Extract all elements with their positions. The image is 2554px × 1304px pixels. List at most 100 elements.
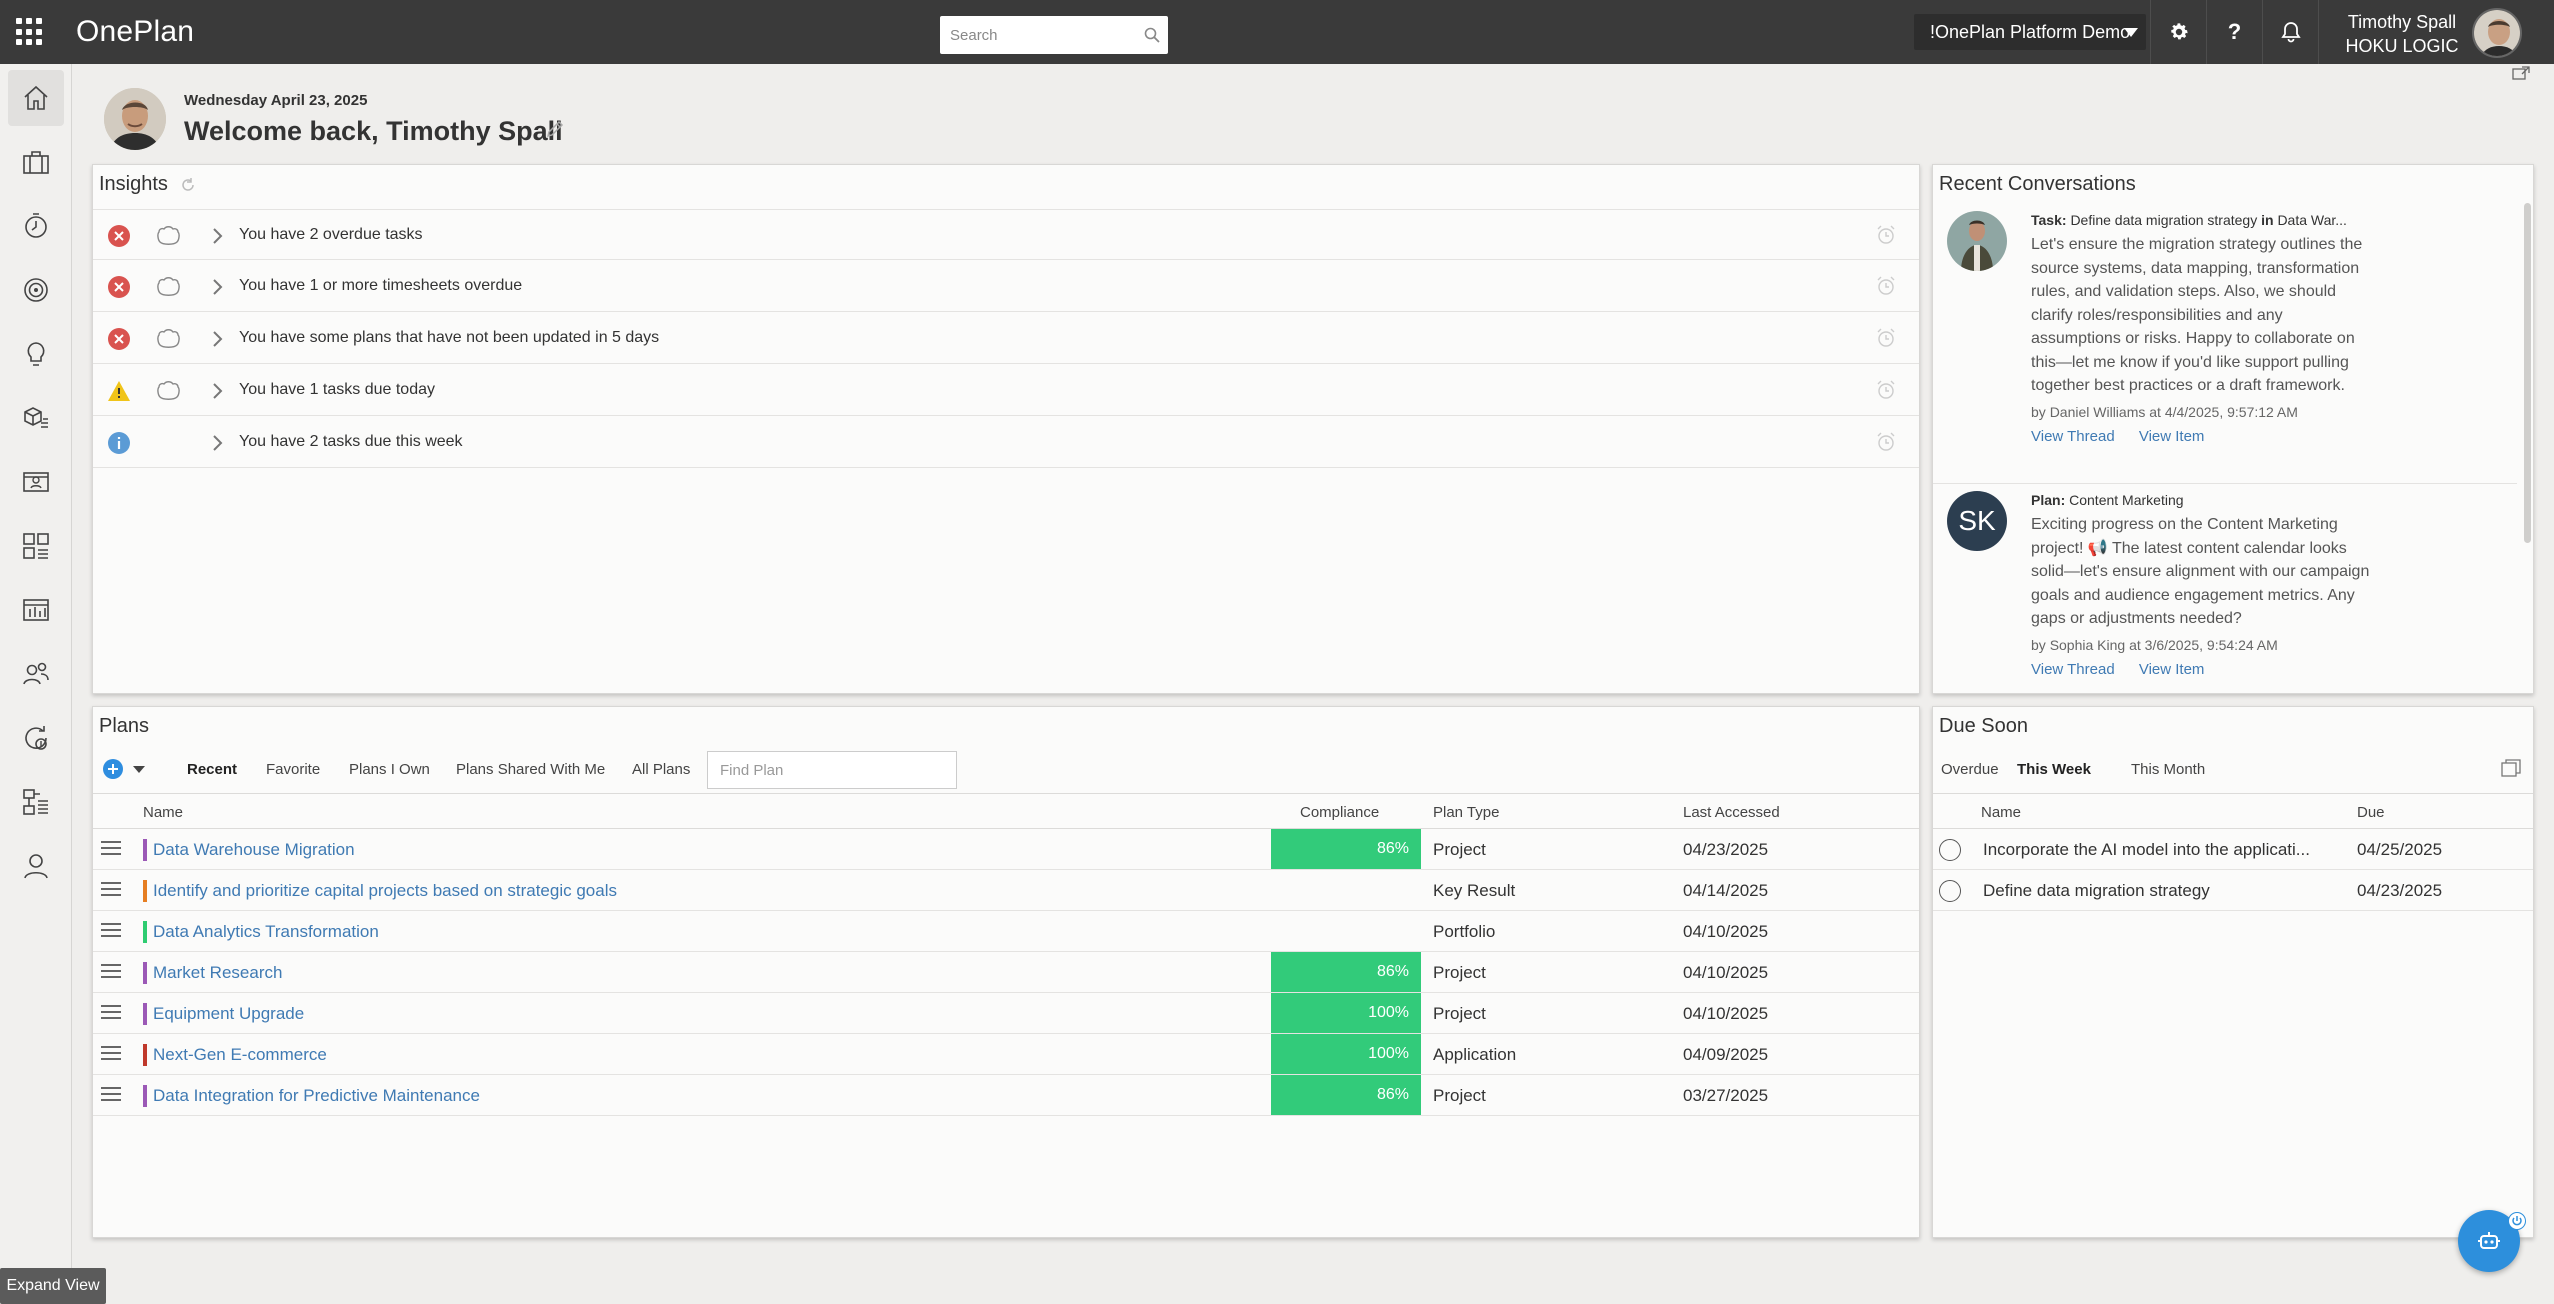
insight-row[interactable]: You have 1 tasks due today xyxy=(93,365,1919,416)
table-row[interactable]: Market Research 86% Project 04/10/2025 xyxy=(93,952,1919,993)
insight-row[interactable]: You have some plans that have not been u… xyxy=(93,313,1919,364)
drag-handle-icon[interactable] xyxy=(101,1087,121,1103)
refresh-icon[interactable] xyxy=(180,177,196,193)
tab-this-month[interactable]: This Month xyxy=(2131,761,2205,778)
insight-row[interactable]: You have 1 or more timesheets overdue xyxy=(93,261,1919,312)
user-menu[interactable]: Timothy Spall HOKU LOGIC xyxy=(2334,10,2470,58)
chevron-right-icon[interactable] xyxy=(211,329,225,349)
tab-favorite[interactable]: Favorite xyxy=(266,761,320,778)
table-row[interactable]: Define data migration strategy 04/23/202… xyxy=(1933,870,2533,911)
table-row[interactable]: Data Analytics Transformation Portfolio 04… xyxy=(93,911,1919,952)
add-plan-button[interactable] xyxy=(103,759,123,779)
chevron-right-icon[interactable] xyxy=(211,433,225,453)
sidebar-item-ideas[interactable] xyxy=(8,326,64,382)
plan-name[interactable]: Data Analytics Transformation xyxy=(153,922,379,942)
tab-plans-i-own[interactable]: Plans I Own xyxy=(349,761,430,778)
table-row[interactable]: Equipment Upgrade 100% Project 04/10/2025 xyxy=(93,993,1919,1034)
external-link-icon[interactable] xyxy=(2512,66,2530,80)
table-row[interactable]: Data Warehouse Migration 86% Project 04/23/… xyxy=(93,829,1919,870)
search-icon[interactable] xyxy=(1144,27,1160,43)
sidebar-item-resources[interactable] xyxy=(8,454,64,510)
drag-handle-icon[interactable] xyxy=(101,1005,121,1021)
column-name[interactable]: Name xyxy=(143,804,183,821)
search-input[interactable] xyxy=(950,26,1130,44)
drag-handle-icon[interactable] xyxy=(101,923,121,939)
sidebar-item-profile[interactable] xyxy=(8,838,64,894)
view-item-link[interactable]: View Item xyxy=(2139,428,2205,445)
alarm-clock-icon[interactable] xyxy=(1875,379,1897,401)
column-compliance[interactable]: Compliance xyxy=(1300,804,1379,821)
table-row[interactable]: Next-Gen E-commerce 100% Application 04/09/… xyxy=(93,1034,1919,1075)
sidebar-item-time[interactable] xyxy=(8,198,64,254)
sidebar: Expand View xyxy=(0,64,106,1304)
alarm-clock-icon[interactable] xyxy=(1875,224,1897,246)
view-thread-link[interactable]: View Thread xyxy=(2031,661,2115,678)
view-thread-link[interactable]: View Thread xyxy=(2031,428,2115,445)
plans-table-header: Name Compliance Plan Type Last Accessed xyxy=(93,793,1919,829)
table-row[interactable]: Incorporate the AI model into the applic… xyxy=(1933,829,2533,870)
alarm-clock-icon[interactable] xyxy=(1875,327,1897,349)
notifications-button[interactable] xyxy=(2262,0,2318,64)
sidebar-item-boards[interactable] xyxy=(8,518,64,574)
plan-name[interactable]: Equipment Upgrade xyxy=(153,1004,304,1024)
column-plan-type[interactable]: Plan Type xyxy=(1433,804,1499,821)
table-row[interactable]: Identify and prioritize capital projects… xyxy=(93,870,1919,911)
sidebar-item-reports[interactable] xyxy=(8,582,64,638)
plan-color-bar xyxy=(143,839,147,861)
drag-handle-icon[interactable] xyxy=(101,882,121,898)
sidebar-item-portfolio[interactable] xyxy=(8,774,64,830)
tab-recent[interactable]: Recent xyxy=(187,761,237,778)
chevron-right-icon[interactable] xyxy=(211,226,225,246)
power-icon[interactable] xyxy=(2508,1212,2526,1230)
avatar xyxy=(1947,211,2007,271)
insights-title: Insights xyxy=(99,173,196,196)
sidebar-item-products[interactable] xyxy=(8,390,64,446)
drag-handle-icon[interactable] xyxy=(101,1046,121,1062)
insight-row[interactable]: You have 2 overdue tasks xyxy=(93,209,1919,260)
insight-row[interactable]: You have 2 tasks due this week xyxy=(93,417,1919,468)
chevron-right-icon[interactable] xyxy=(211,381,225,401)
chevron-right-icon[interactable] xyxy=(211,277,225,297)
drag-handle-icon[interactable] xyxy=(101,841,121,857)
scrollbar[interactable] xyxy=(2524,203,2531,543)
copy-icon[interactable] xyxy=(2501,759,2521,777)
view-item-link[interactable]: View Item xyxy=(2139,661,2205,678)
plan-name[interactable]: Next-Gen E-commerce xyxy=(153,1045,327,1065)
find-plan-input[interactable] xyxy=(707,751,957,789)
column-due[interactable]: Due xyxy=(2357,804,2385,821)
alarm-clock-icon[interactable] xyxy=(1875,275,1897,297)
conversation-subject: Content Marketing xyxy=(2069,492,2184,508)
plan-name[interactable]: Identify and prioritize capital projects… xyxy=(153,881,617,901)
edit-pencil-icon[interactable] xyxy=(544,118,566,140)
complete-checkbox[interactable] xyxy=(1939,839,1961,861)
drag-handle-icon[interactable] xyxy=(101,964,121,980)
avatar xyxy=(104,88,166,150)
settings-button[interactable] xyxy=(2150,0,2206,64)
app-launcher-icon[interactable] xyxy=(16,18,44,46)
table-row[interactable]: Data Integration for Predictive Maintena… xyxy=(93,1075,1919,1116)
insight-text: You have 1 or more timesheets overdue xyxy=(239,277,523,294)
task-name[interactable]: Incorporate the AI model into the applic… xyxy=(1983,840,2333,860)
search-box[interactable] xyxy=(940,16,1168,54)
tab-plans-shared-with-me[interactable]: Plans Shared With Me xyxy=(456,761,605,778)
workspace-selector[interactable]: !OnePlan Platform Demo xyxy=(1914,14,2146,50)
tab-overdue[interactable]: Overdue xyxy=(1941,761,1999,778)
plan-name[interactable]: Data Warehouse Migration xyxy=(153,840,355,860)
alarm-clock-icon[interactable] xyxy=(1875,431,1897,453)
sidebar-item-projects[interactable] xyxy=(8,134,64,190)
avatar[interactable] xyxy=(2472,8,2522,58)
help-button[interactable]: ? xyxy=(2206,0,2262,64)
sidebar-item-home[interactable] xyxy=(8,70,64,126)
plan-name[interactable]: Market Research xyxy=(153,963,282,983)
chevron-down-icon[interactable] xyxy=(133,766,145,773)
tab-all-plans[interactable]: All Plans xyxy=(632,761,690,778)
complete-checkbox[interactable] xyxy=(1939,880,1961,902)
sidebar-item-goals[interactable] xyxy=(8,262,64,318)
plan-name[interactable]: Data Integration for Predictive Maintena… xyxy=(153,1086,480,1106)
column-name[interactable]: Name xyxy=(1981,804,2021,821)
column-last-accessed[interactable]: Last Accessed xyxy=(1683,804,1780,821)
sidebar-item-financials[interactable] xyxy=(8,710,64,766)
sidebar-item-teams[interactable] xyxy=(8,646,64,702)
task-name[interactable]: Define data migration strategy xyxy=(1983,881,2333,901)
tab-this-week[interactable]: This Week xyxy=(2017,761,2091,778)
